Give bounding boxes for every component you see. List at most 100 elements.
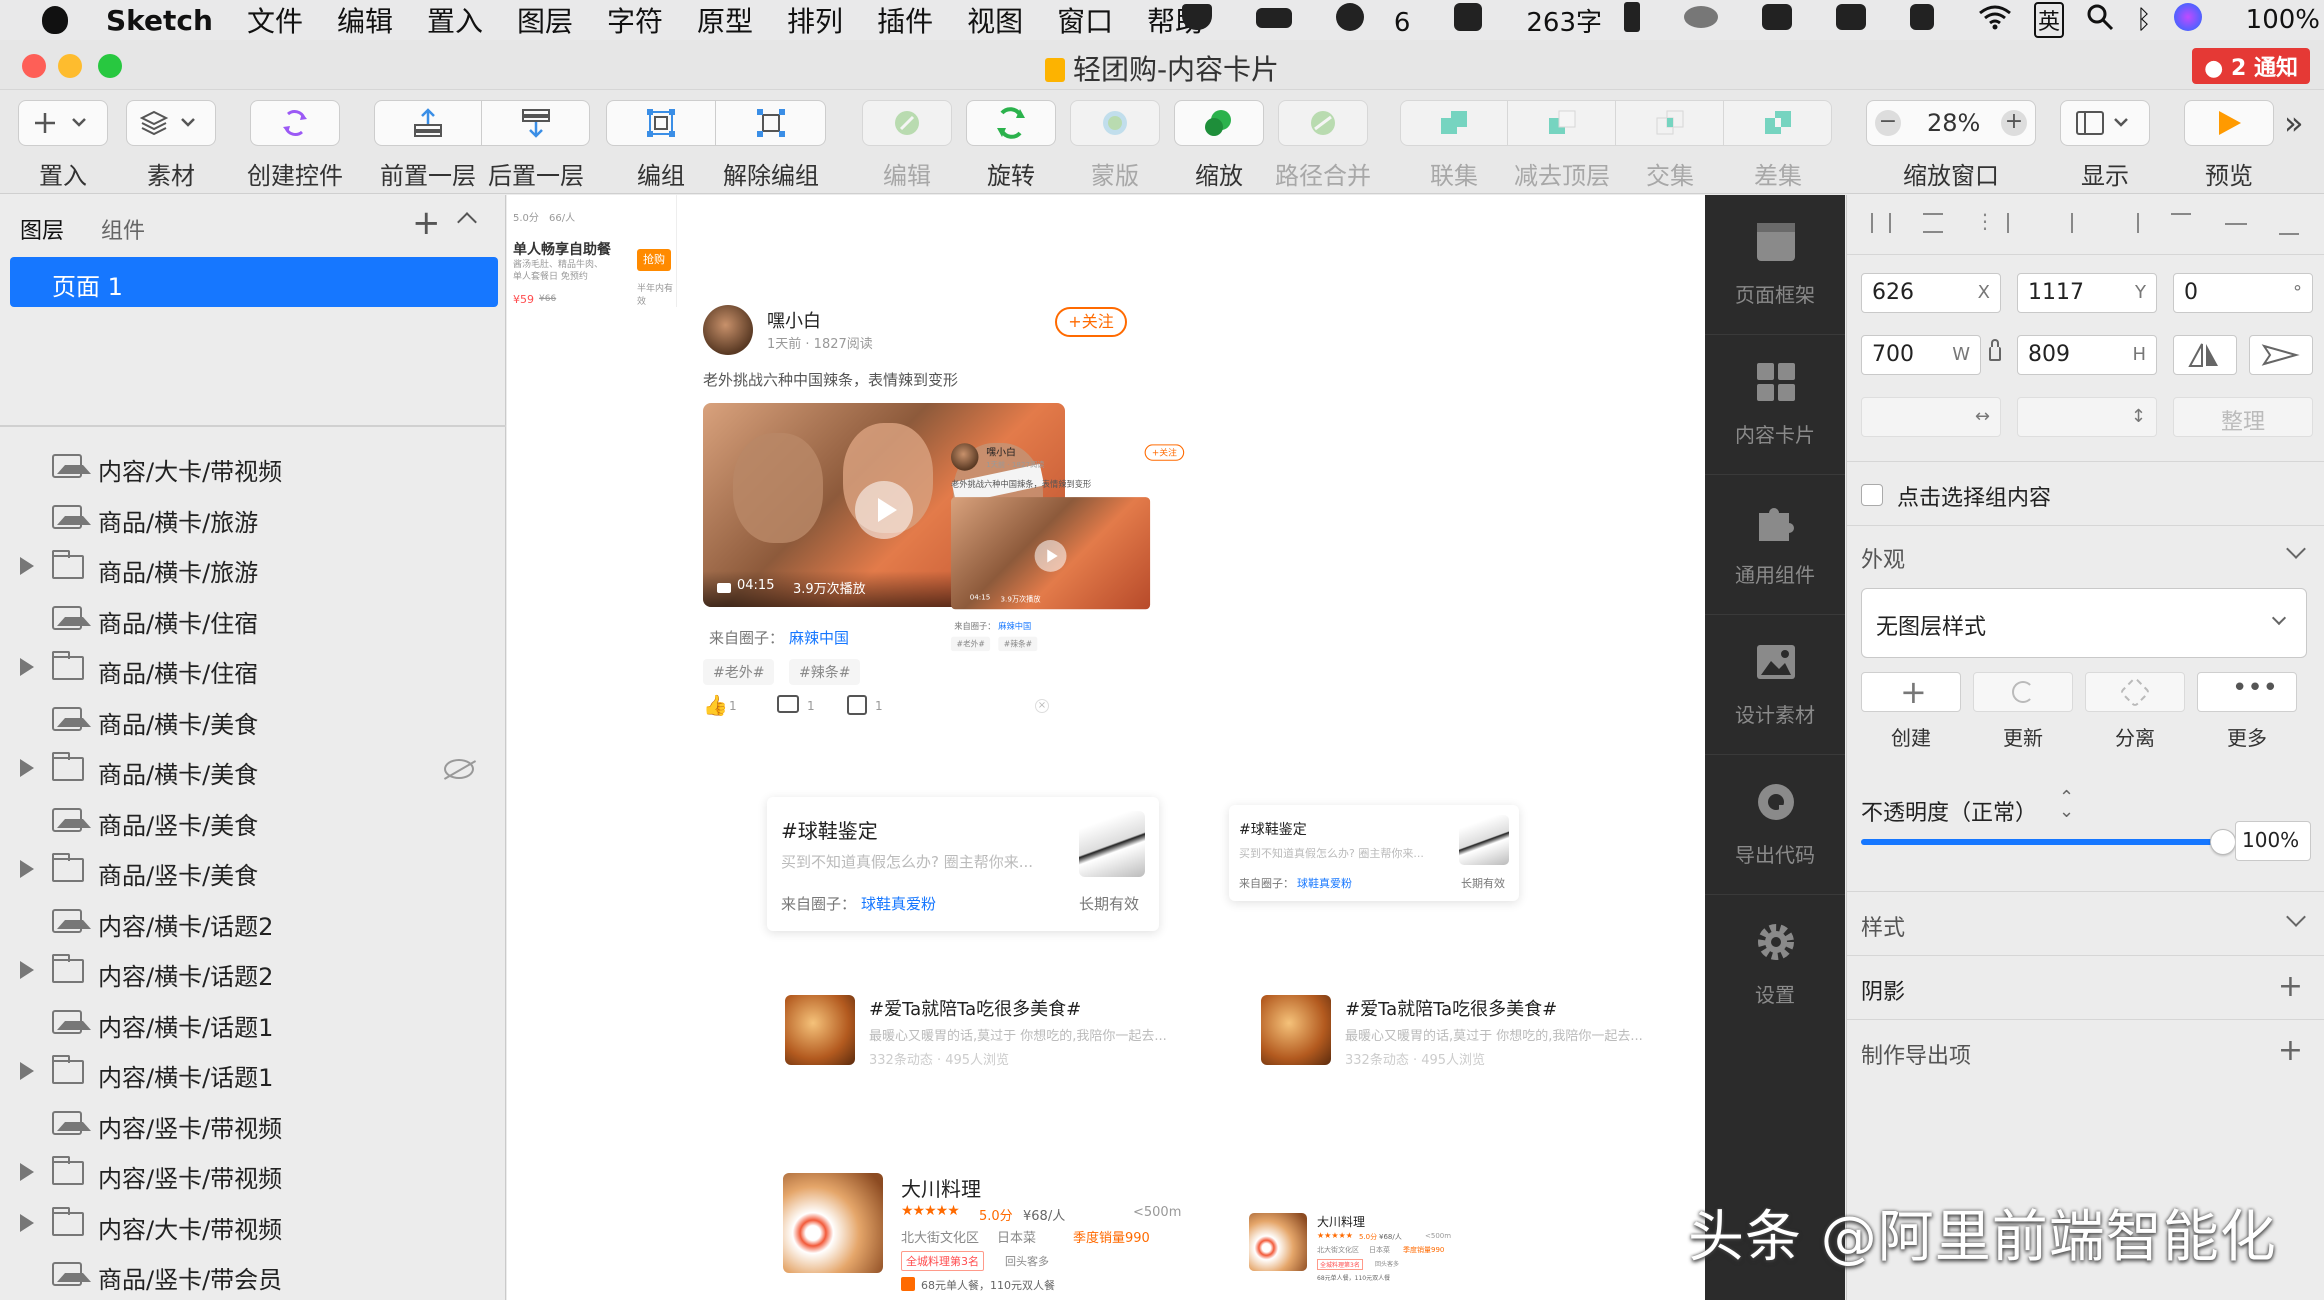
plugin-settings[interactable]: 设置 <box>1705 895 1845 1035</box>
food-topic-card[interactable]: #爱Ta就陪Ta吃很多美食# 最暖心又暖胃的话,莫过于 你想吃的,我陪你一起去.… <box>785 995 1205 1085</box>
tab-components[interactable]: 组件 <box>101 219 145 244</box>
food-topic-card-2[interactable]: #爱Ta就陪Ta吃很多美食# 最暖心又暖胃的话,莫过于 你想吃的,我陪你一起去.… <box>1261 995 1681 1085</box>
input-method[interactable]: 英 <box>2034 2 2065 38</box>
shield-icon[interactable] <box>1181 3 1234 37</box>
flip-horizontal-button[interactable] <box>2173 335 2237 375</box>
add-shadow-icon[interactable]: + <box>2278 972 2303 1002</box>
scale-button[interactable] <box>1174 100 1264 146</box>
group-button[interactable] <box>606 100 716 146</box>
post-circle-link[interactable]: 麻辣中国 <box>789 627 849 648</box>
x-position-input[interactable]: 626 X <box>1861 273 2001 313</box>
layer-item[interactable]: 商品/横卡/住宿 <box>0 594 506 644</box>
lock-ratio-icon[interactable] <box>1989 347 2001 361</box>
layer-item[interactable]: 内容/横卡/话题1 <box>0 998 506 1048</box>
intersect-button[interactable] <box>1616 100 1724 146</box>
align-right-icon[interactable] <box>2117 213 2139 233</box>
small-video-thumbnail[interactable]: 04:15 3.9万次播放 <box>951 497 1151 610</box>
menu-layer[interactable]: 图层 <box>517 0 573 40</box>
bluetooth-icon[interactable]: ᛒ <box>2136 5 2152 35</box>
subtract-button[interactable] <box>1508 100 1616 146</box>
align-more-icon[interactable]: ⋮ <box>1975 209 1995 233</box>
width-input[interactable]: 700 W <box>1861 335 1981 375</box>
layer-item[interactable]: 内容/大卡/带视频 <box>0 442 506 492</box>
rotate-button[interactable] <box>966 100 1056 146</box>
menu-window[interactable]: 窗口 <box>1057 0 1113 40</box>
post-tag-1[interactable]: #老外# <box>703 659 775 685</box>
plugin-design-assets[interactable]: 设计素材 <box>1705 615 1845 755</box>
post-tag-2[interactable]: #辣条# <box>789 659 861 685</box>
layer-item[interactable]: 商品/横卡/旅游 <box>0 543 506 593</box>
page-item[interactable]: 页面 1 <box>10 257 498 307</box>
docker-icon[interactable] <box>1255 5 1314 35</box>
menu-file[interactable]: 文件 <box>247 0 303 40</box>
disclosure-arrow-icon[interactable] <box>20 658 34 676</box>
menu-view[interactable]: 视图 <box>967 0 1023 40</box>
disclosure-arrow-icon[interactable] <box>20 1163 34 1181</box>
menu-text[interactable]: 字符 <box>607 0 663 40</box>
create-style-button[interactable]: + <box>1861 672 1961 712</box>
opacity-slider-knob[interactable] <box>2210 829 2236 855</box>
cloud-icon[interactable] <box>1684 5 1740 35</box>
resize-horizontal-input[interactable]: ↔ <box>1861 397 2001 437</box>
small-post-circle-link[interactable]: 麻辣中国 <box>998 620 1031 632</box>
siri-icon[interactable] <box>2173 2 2224 38</box>
update-style-button[interactable] <box>1973 672 2073 712</box>
video-post-card-small[interactable]: 嘿小白 1天前 · 1827阅读 +关注 老外挑战六种中国辣条，表情辣到变形 0… <box>841 397 1185 652</box>
collapse-pages-icon[interactable] <box>457 212 477 232</box>
opacity-label[interactable]: 不透明度（正常） <box>1861 795 2037 827</box>
battery-phone-icon[interactable] <box>1624 1 1662 39</box>
layer-item[interactable]: 商品/竖卡/美食 <box>0 846 506 896</box>
add-export-icon[interactable]: + <box>2278 1036 2303 1066</box>
tab-layers[interactable]: 图层 <box>20 219 64 244</box>
layer-item[interactable]: 内容/横卡/话题1 <box>0 1048 506 1098</box>
insert-button[interactable] <box>18 100 108 146</box>
plugin-export-code[interactable]: 导出代码 <box>1705 755 1845 895</box>
style-chevron-icon[interactable] <box>2286 907 2306 927</box>
apple-menu-icon[interactable] <box>38 0 88 40</box>
more-options-icon[interactable]: × <box>1035 699 1049 713</box>
follow-button[interactable]: +关注 <box>1055 307 1127 337</box>
align-left-icon[interactable] <box>2007 213 2029 233</box>
layer-item[interactable]: 商品/竖卡/美食 <box>0 796 506 846</box>
layer-item[interactable]: 内容/竖卡/带视频 <box>0 1099 506 1149</box>
height-input[interactable]: 809 H <box>2017 335 2157 375</box>
product-card-snippet[interactable]: 5.0分 66/人 单人畅享自助餐 酱汤毛肚、精品牛肉、单人套餐日 免预约 ¥5… <box>509 195 677 307</box>
disclosure-arrow-icon[interactable] <box>20 1213 34 1232</box>
layer-item[interactable]: 商品/竖卡/带会员 <box>0 1250 506 1300</box>
small-topic-circle-link[interactable]: 球鞋真爱粉 <box>1297 875 1352 891</box>
distribute-vertical-icon[interactable] <box>1923 213 1943 233</box>
design-canvas[interactable]: 5.0分 66/人 单人畅享自助餐 酱汤毛肚、精品牛肉、单人套餐日 免预约 ¥5… <box>507 195 1705 1300</box>
disclosure-arrow-icon[interactable] <box>20 961 34 979</box>
zoom-in-icon[interactable]: + <box>2001 110 2027 136</box>
edit-button[interactable] <box>862 100 952 146</box>
layer-item[interactable]: 商品/横卡/旅游 <box>0 493 506 543</box>
add-page-icon[interactable]: + <box>412 203 441 243</box>
rotation-input[interactable]: 0 ° <box>2173 273 2313 313</box>
union-button[interactable] <box>1400 100 1508 146</box>
bracket-icon[interactable] <box>1836 3 1888 37</box>
zoom-value[interactable]: 28% <box>1927 109 1980 137</box>
badge-app-icon[interactable]: 6 <box>1335 2 1433 38</box>
more-style-button[interactable]: ••• <box>2197 672 2297 712</box>
mask-button[interactable] <box>1070 100 1160 146</box>
bring-forward-button[interactable] <box>374 100 482 146</box>
search-icon[interactable] <box>2086 3 2114 38</box>
topic-card-small[interactable]: #球鞋鉴定 买到不知道真假怎么办? 圈主帮你来... 来自圈子： 球鞋真爱粉 长… <box>1229 805 1519 901</box>
align-center-h-icon[interactable] <box>2071 213 2093 233</box>
y-position-input[interactable]: 1117 Y <box>2017 273 2157 313</box>
resize-vertical-input[interactable]: ↕ <box>2017 397 2157 437</box>
comment-icon[interactable] <box>777 695 799 713</box>
layer-item[interactable]: 内容/横卡/话题2 <box>0 947 506 997</box>
ungroup-button[interactable] <box>716 100 826 146</box>
menu-app[interactable]: Sketch <box>106 4 213 37</box>
layer-item[interactable]: 商品/横卡/美食 <box>0 695 506 745</box>
difference-button[interactable] <box>1724 100 1832 146</box>
mic-icon[interactable] <box>1910 3 1956 37</box>
preview-button[interactable] <box>2184 100 2274 146</box>
plugin-page-frame[interactable]: 页面框架 <box>1705 195 1845 335</box>
layer-item[interactable]: 商品/横卡/住宿 <box>0 644 506 694</box>
wifi-icon[interactable] <box>1978 4 2012 37</box>
flatten-button[interactable] <box>1278 100 1368 146</box>
smile-icon[interactable] <box>1762 3 1814 37</box>
assets-button[interactable] <box>126 100 216 146</box>
